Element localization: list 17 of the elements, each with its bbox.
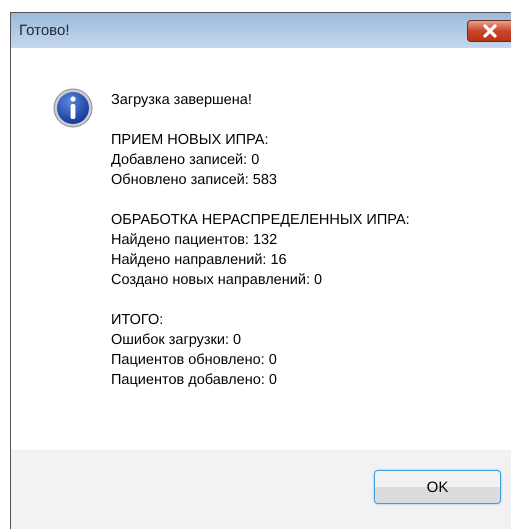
message-text: ИТОГО: <box>111 311 164 330</box>
message-text: Ошибок загрузки: 0 <box>111 331 242 350</box>
message-text: ОБРАБОТКА НЕРАСПРЕДЕЛЕННЫХ ИПРА: <box>111 211 410 230</box>
message-text: Создано новых направлений: 0 <box>111 271 324 290</box>
message-text: Загрузка завершена! <box>111 91 253 110</box>
message-text: ПРИЕМ НОВЫХ ИПРА: <box>111 131 270 150</box>
close-icon <box>482 24 498 38</box>
message-text: Пациентов обновлено: 0 <box>111 351 278 370</box>
message-text: Пациентов добавлено: 0 <box>111 371 278 390</box>
window-title: Готово! <box>19 22 70 39</box>
ok-button[interactable]: OK <box>374 470 501 504</box>
message-text: Найдено направлений: 16 <box>111 251 288 270</box>
message-text: Найдено пациентов: 132 <box>111 231 278 250</box>
message-text: Добавлено записей: 0 <box>111 151 260 170</box>
close-button[interactable] <box>467 20 511 42</box>
info-icon <box>53 88 93 128</box>
message-text: Обновлено записей: 583 <box>111 171 278 190</box>
